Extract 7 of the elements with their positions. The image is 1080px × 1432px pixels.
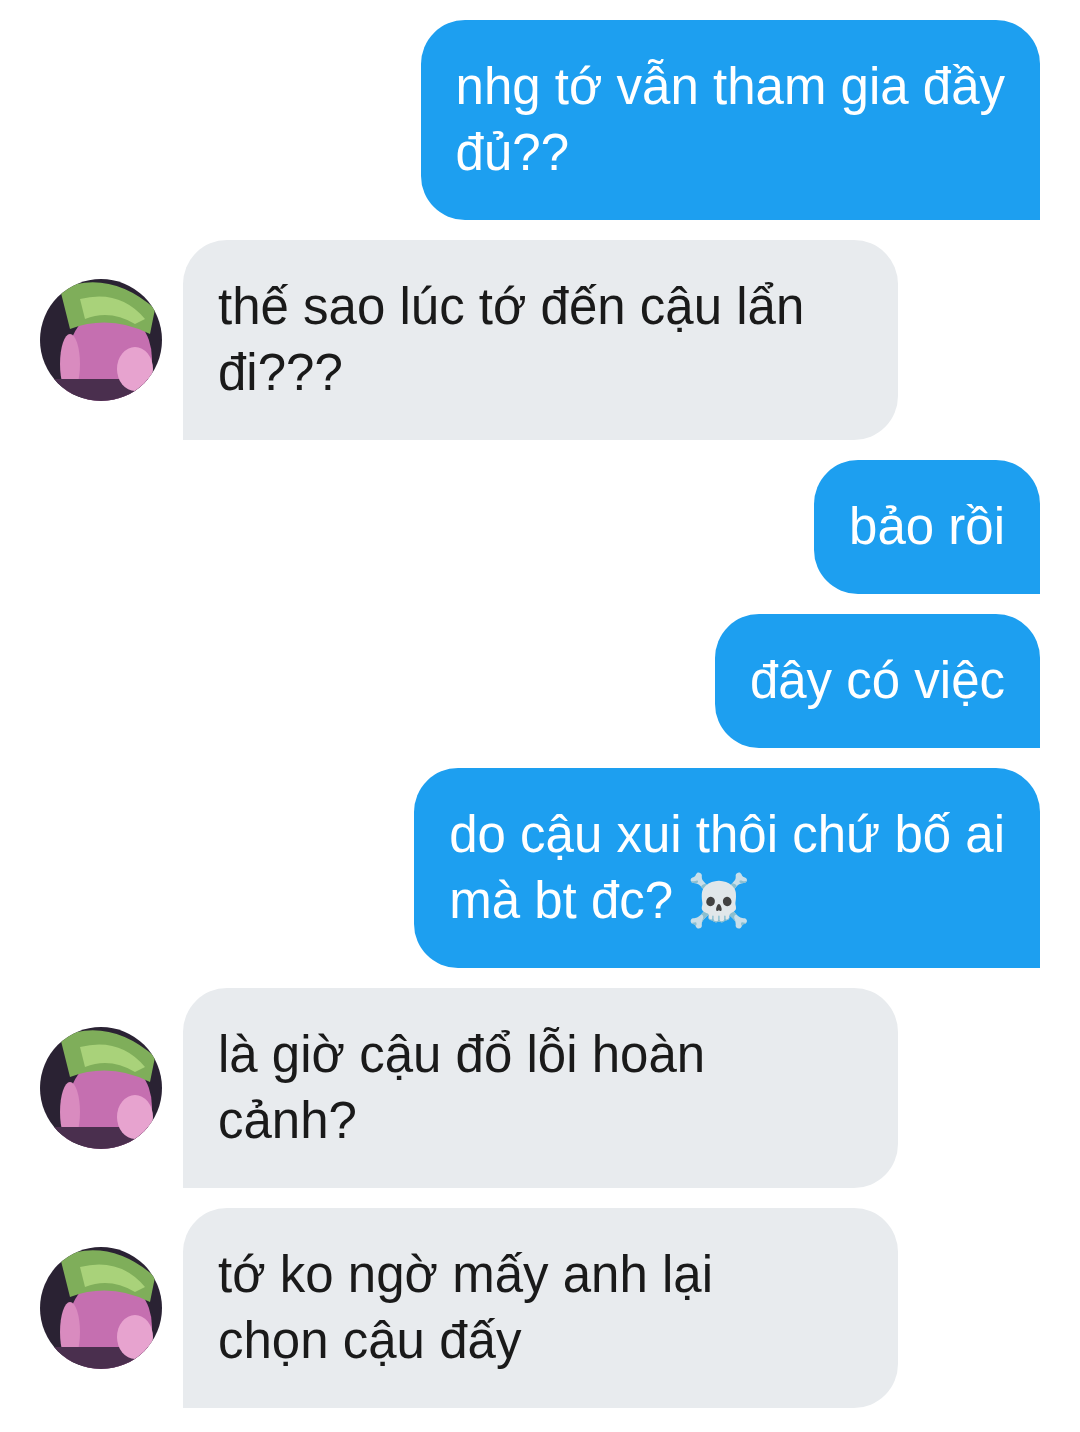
message-bubble: là giờ cậu đổ lỗi hoàn cảnh? xyxy=(183,988,898,1188)
message-bubble: tớ ko ngờ mấy anh lại chọn cậu đấy xyxy=(183,1208,898,1408)
message-bubble: bảo rồi xyxy=(814,460,1040,594)
message-bubble: đây có việc xyxy=(714,614,1040,748)
message-bubble: do cậu xui thôi chứ bố ai mà bt đc? ☠ xyxy=(414,768,1040,968)
message-bubble: thế sao lúc tớ đến cậu lẩn đi??? xyxy=(183,240,898,440)
message-bubble: nhg tớ vẫn tham gia đầy đủ?? xyxy=(420,20,1040,220)
